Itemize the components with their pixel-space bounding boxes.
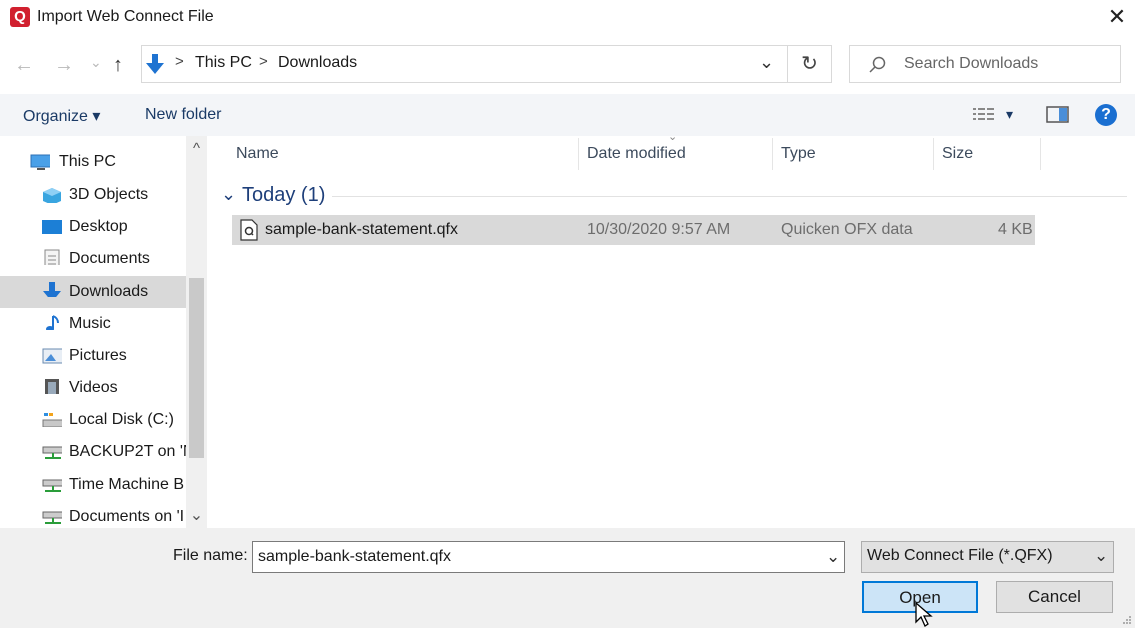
window-title: Import Web Connect File xyxy=(37,8,214,25)
file-type-cell: Quicken OFX data xyxy=(781,221,913,238)
file-size-cell: 4 KB xyxy=(998,221,1033,238)
sidebar-item-label: 3D Objects xyxy=(69,186,149,203)
sidebar-item-label: This PC xyxy=(59,153,116,170)
videos-icon xyxy=(45,379,59,394)
sidebar-item-label: Videos xyxy=(69,379,118,396)
help-icon[interactable]: ? xyxy=(1095,104,1117,126)
column-header-type[interactable]: Type xyxy=(781,145,816,163)
file-type-filter-value: Web Connect File (*.QFX) xyxy=(867,547,1053,564)
cancel-button[interactable]: Cancel xyxy=(996,581,1113,613)
3d-objects-icon xyxy=(43,188,61,203)
music-icon xyxy=(46,315,59,330)
pictures-icon xyxy=(42,348,62,364)
quicken-app-icon: Q xyxy=(10,7,30,27)
sidebar-item-label: Time Machine B xyxy=(69,476,184,493)
group-header-today[interactable]: Today (1) xyxy=(242,184,325,207)
column-header-date-modified[interactable]: Date modified xyxy=(587,145,686,163)
breadcrumb-this-pc[interactable]: This PC xyxy=(195,54,252,72)
recent-locations-icon[interactable]: ⌄ xyxy=(90,50,102,74)
sidebar-item-time-machine[interactable]: Time Machine B xyxy=(0,469,186,501)
sidebar-item-label: Pictures xyxy=(69,347,127,364)
sidebar-item-desktop[interactable]: Desktop xyxy=(0,211,186,243)
documents-icon xyxy=(44,249,60,265)
sidebar-item-label: Local Disk (C:) xyxy=(69,411,174,428)
column-divider[interactable] xyxy=(578,138,579,170)
sidebar-item-label: BACKUP2T on 'N xyxy=(69,443,186,460)
resize-grip-icon[interactable] xyxy=(1120,614,1132,626)
sidebar-item-pictures[interactable]: Pictures xyxy=(0,340,186,372)
scroll-up-icon[interactable]: ^ xyxy=(186,140,207,157)
view-details-icon[interactable] xyxy=(972,106,996,122)
breadcrumb-downloads[interactable]: Downloads xyxy=(278,54,357,72)
qfx-file-icon xyxy=(240,219,258,241)
sidebar-item-label: Music xyxy=(69,315,111,332)
search-icon xyxy=(869,56,886,73)
column-header-name[interactable]: Name xyxy=(236,145,279,163)
group-collapse-icon[interactable]: ⌄ xyxy=(221,184,236,205)
back-arrow-icon[interactable]: ← xyxy=(14,53,34,77)
forward-arrow-icon[interactable]: → xyxy=(54,53,74,77)
sidebar-item-videos[interactable]: Videos xyxy=(0,372,186,404)
sidebar-item-music[interactable]: Music xyxy=(0,308,186,340)
scroll-down-icon[interactable]: ⌄ xyxy=(186,505,207,525)
organize-button[interactable]: Organize ▾ xyxy=(23,106,100,126)
network-drive-icon xyxy=(42,446,62,459)
sidebar-item-downloads[interactable]: Downloads xyxy=(0,276,186,308)
file-name-cell[interactable]: sample-bank-statement.qfx xyxy=(265,221,458,239)
file-name-value: sample-bank-statement.qfx xyxy=(258,548,451,565)
sort-indicator-icon: ⌄ xyxy=(668,131,678,143)
column-header-size[interactable]: Size xyxy=(942,145,973,163)
network-drive-icon xyxy=(42,511,62,524)
view-options-icon[interactable]: ▾ xyxy=(1006,106,1013,123)
breadcrumb-separator: > xyxy=(175,53,184,70)
filter-dropdown-icon[interactable]: ⌄ xyxy=(1094,546,1108,566)
file-name-label: File name: xyxy=(173,547,248,564)
group-divider xyxy=(332,196,1127,197)
sidebar-item-backup2t[interactable]: BACKUP2T on 'N xyxy=(0,436,186,468)
search-placeholder: Search Downloads xyxy=(904,55,1039,72)
sidebar-item-this-pc[interactable]: This PC xyxy=(0,146,186,178)
new-folder-button[interactable]: New folder xyxy=(145,106,221,124)
sidebar-item-3d-objects[interactable]: 3D Objects xyxy=(0,179,186,211)
downloads-icon xyxy=(146,54,164,74)
downloads-icon xyxy=(43,282,61,297)
up-arrow-icon[interactable]: ↑ xyxy=(113,53,123,77)
sidebar-item-local-disk[interactable]: Local Disk (C:) xyxy=(0,404,186,436)
desktop-icon xyxy=(42,220,62,234)
chevron-down-icon: ▾ xyxy=(92,108,101,125)
organize-label: Organize xyxy=(23,108,88,125)
sidebar-item-documents[interactable]: Documents xyxy=(0,243,186,275)
file-name-dropdown-icon[interactable]: ⌄ xyxy=(826,547,840,567)
mouse-cursor-icon xyxy=(915,602,933,627)
nav-pane-scroll-thumb[interactable] xyxy=(189,278,204,458)
this-pc-icon xyxy=(30,154,50,170)
sidebar-item-label: Downloads xyxy=(69,283,149,300)
refresh-icon[interactable]: ↻ xyxy=(788,45,832,83)
sidebar-item-label: Desktop xyxy=(69,218,128,235)
preview-pane-icon[interactable] xyxy=(1046,106,1070,124)
local-disk-icon xyxy=(42,413,62,427)
column-divider[interactable] xyxy=(772,138,773,170)
close-icon[interactable]: ✕ xyxy=(1104,4,1130,30)
file-date-cell: 10/30/2020 9:57 AM xyxy=(587,221,731,238)
sidebar-item-label: Documents xyxy=(69,250,150,267)
network-drive-icon xyxy=(42,479,62,492)
column-divider[interactable] xyxy=(1040,138,1041,170)
column-divider[interactable] xyxy=(933,138,934,170)
breadcrumb-separator: > xyxy=(259,53,268,70)
address-dropdown-icon[interactable]: ⌄ xyxy=(759,52,774,73)
